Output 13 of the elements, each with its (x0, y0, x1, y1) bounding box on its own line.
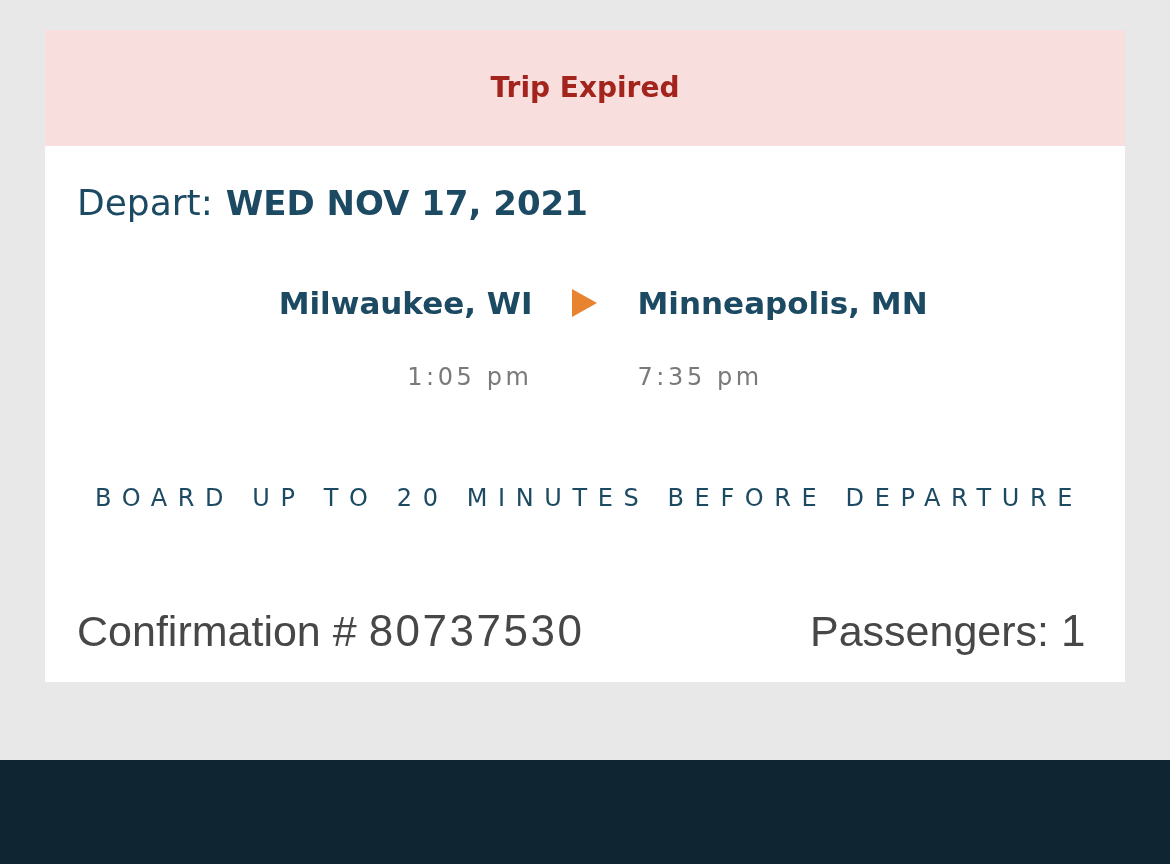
arrow-icon (571, 289, 597, 317)
destination-city: Minneapolis, MN (637, 284, 928, 323)
status-text: Trip Expired (490, 70, 680, 106)
departure-time: 1:05 pm (407, 362, 533, 393)
boarding-notice: BOARD UP TO 20 MINUTES BEFORE DEPARTURE (95, 483, 1083, 514)
confirmation-label: Confirmation # (77, 607, 357, 655)
depart-label: Depart: (77, 183, 213, 223)
passengers-label: Passengers: (810, 607, 1049, 655)
depart-date: WED NOV 17, 2021 (225, 183, 588, 223)
confirmation-number: 80737530 (368, 607, 585, 655)
passengers-count: 1 (1061, 607, 1088, 655)
origin-city: Milwaukee, WI (278, 284, 533, 323)
arrival-time: 7:35 pm (637, 362, 763, 393)
